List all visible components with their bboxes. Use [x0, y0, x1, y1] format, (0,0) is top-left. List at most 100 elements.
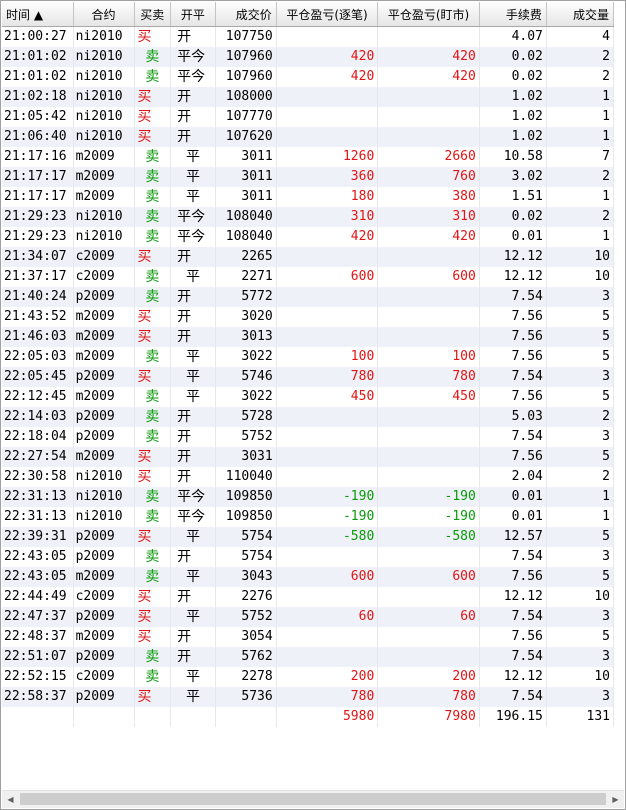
contract-cell: m2009 — [73, 627, 135, 647]
price-cell: 2276 — [215, 587, 277, 607]
fee-cell: 7.54 — [479, 607, 547, 627]
pnl-mark-cell — [377, 247, 480, 267]
time-cell: 22:05:45 — [2, 367, 74, 387]
table-row[interactable]: 21:05:42 ni2010 买开 107770 1.02 1 — [2, 107, 615, 127]
column-header-pnl-mark[interactable]: 平仓盈亏(盯市) — [377, 2, 480, 27]
fee-cell: 7.54 — [479, 547, 547, 567]
table-row[interactable]: 22:18:04 p2009 卖开 5752 7.54 3 — [2, 427, 615, 447]
column-header-price[interactable]: 成交价 — [215, 2, 277, 27]
open-close-cell: 平 — [170, 567, 216, 587]
table-row[interactable]: 21:01:02 ni2010 卖平今 107960 420 420 0.02 2 — [2, 67, 615, 87]
pnl-mark-cell: 420 — [377, 47, 480, 67]
table-row[interactable]: 21:29:23 ni2010 卖平今 108040 310 310 0.02 2 — [2, 207, 615, 227]
table-row[interactable]: 22:05:03 m2009 卖平 3022 100 100 7.56 5 — [2, 347, 615, 367]
total-pnl-mark: 7980 — [377, 707, 480, 727]
table-row[interactable]: 21:01:02 ni2010 卖平今 107960 420 420 0.02 2 — [2, 47, 615, 67]
contract-cell: ni2010 — [73, 487, 135, 507]
time-cell: 22:43:05 — [2, 547, 74, 567]
table-row[interactable]: 21:02:18 ni2010 买开 108000 1.02 1 — [2, 87, 615, 107]
column-header-time[interactable]: 时间 ▲ — [2, 2, 74, 27]
time-cell: 21:05:42 — [2, 107, 74, 127]
open-close-cell: 平今 — [170, 487, 216, 507]
price-cell: 3020 — [215, 307, 277, 327]
fee-cell: 7.54 — [479, 647, 547, 667]
pnl-mark-cell: 780 — [377, 367, 480, 387]
trade-records-grid[interactable]: 时间 ▲ 合约 买卖 开平 成交价 平仓盈亏(逐笔) 平仓盈亏(盯市) 手续费 … — [0, 0, 626, 810]
table-row[interactable]: 21:00:27 ni2010 买开 107750 4.07 4 — [2, 26, 615, 47]
pnl-trade-cell: 420 — [276, 67, 379, 87]
table-row[interactable]: 22:47:37 p2009 买平 5752 60 60 7.54 3 — [2, 607, 615, 627]
totals-contract-cell — [73, 707, 135, 727]
table-row[interactable]: 22:12:45 m2009 卖平 3022 450 450 7.56 5 — [2, 387, 615, 407]
table-row[interactable]: 22:31:13 ni2010 卖平今 109850 -190 -190 0.01 1 — [2, 487, 615, 507]
table-row[interactable]: 21:40:24 p2009 卖开 5772 7.54 3 — [2, 287, 615, 307]
table-row[interactable]: 22:14:03 p2009 卖开 5728 5.03 2 — [2, 407, 615, 427]
scrollbar-thumb[interactable] — [20, 793, 606, 805]
open-close-cell: 平今 — [170, 47, 216, 67]
table-row[interactable]: 22:44:49 c2009 买开 2276 12.12 10 — [2, 587, 615, 607]
contract-cell: ni2010 — [73, 107, 135, 127]
price-cell: 107620 — [215, 127, 277, 147]
volume-cell: 5 — [546, 527, 615, 547]
header-row: 时间 ▲ 合约 买卖 开平 成交价 平仓盈亏(逐笔) 平仓盈亏(盯市) 手续费 … — [2, 2, 615, 27]
time-cell: 22:39:31 — [2, 527, 74, 547]
price-cell: 5752 — [215, 607, 277, 627]
price-cell: 5746 — [215, 367, 277, 387]
scroll-left-arrow-icon[interactable]: ◀ — [2, 791, 19, 808]
table-row[interactable]: 22:58:37 p2009 买平 5736 780 780 7.54 3 — [2, 687, 615, 707]
column-header-fee[interactable]: 手续费 — [479, 2, 547, 27]
table-row[interactable]: 22:52:15 c2009 卖平 2278 200 200 12.12 10 — [2, 667, 615, 687]
contract-cell: p2009 — [73, 367, 135, 387]
totals-row[interactable]: 5980 7980 196.15 131 — [2, 707, 615, 727]
volume-cell: 3 — [546, 687, 615, 707]
price-cell: 109850 — [215, 507, 277, 527]
table-row[interactable]: 21:17:16 m2009 卖平 3011 1260 2660 10.58 7 — [2, 147, 615, 167]
time-cell: 21:34:07 — [2, 247, 74, 267]
table-row[interactable]: 22:31:13 ni2010 卖平今 109850 -190 -190 0.01 1 — [2, 507, 615, 527]
column-header-contract[interactable]: 合约 — [73, 2, 135, 27]
time-cell: 21:00:27 — [2, 26, 74, 47]
time-cell: 21:17:17 — [2, 187, 74, 207]
table-row[interactable]: 21:34:07 c2009 买开 2265 12.12 10 — [2, 247, 615, 267]
table-row[interactable]: 22:48:37 m2009 买开 3054 7.56 5 — [2, 627, 615, 647]
table-row[interactable]: 22:05:45 p2009 买平 5746 780 780 7.54 3 — [2, 367, 615, 387]
contract-cell: p2009 — [73, 427, 135, 447]
column-header-pnl-trade[interactable]: 平仓盈亏(逐笔) — [276, 2, 379, 27]
table-row[interactable]: 21:17:17 m2009 卖平 3011 180 380 1.51 1 — [2, 187, 615, 207]
contract-cell: m2009 — [73, 347, 135, 367]
volume-cell: 1 — [546, 487, 615, 507]
side-cell: 卖 — [134, 147, 172, 167]
price-cell: 2271 — [215, 267, 277, 287]
pnl-mark-cell — [377, 307, 480, 327]
table-row[interactable]: 21:29:23 ni2010 卖平今 108040 420 420 0.01 1 — [2, 227, 615, 247]
table-row[interactable]: 22:27:54 m2009 买开 3031 7.56 5 — [2, 447, 615, 467]
pnl-trade-cell — [276, 26, 379, 47]
contract-cell: ni2010 — [73, 227, 135, 247]
side-cell: 买 — [134, 307, 172, 327]
table-row[interactable]: 21:43:52 m2009 买开 3020 7.56 5 — [2, 307, 615, 327]
price-cell: 108040 — [215, 227, 277, 247]
time-cell: 21:02:18 — [2, 87, 74, 107]
side-cell: 买 — [134, 447, 172, 467]
horizontal-scrollbar[interactable]: ◀ ▶ — [2, 790, 624, 808]
table-row[interactable]: 21:37:17 c2009 卖平 2271 600 600 12.12 10 — [2, 267, 615, 287]
pnl-mark-cell: 600 — [377, 267, 480, 287]
contract-cell: c2009 — [73, 587, 135, 607]
column-header-volume[interactable]: 成交量 — [546, 2, 615, 27]
table-row[interactable]: 21:06:40 ni2010 买开 107620 1.02 1 — [2, 127, 615, 147]
table-row[interactable]: 22:51:07 p2009 卖开 5762 7.54 3 — [2, 647, 615, 667]
table-row[interactable]: 22:43:05 m2009 卖平 3043 600 600 7.56 5 — [2, 567, 615, 587]
table-row[interactable]: 21:17:17 m2009 卖平 3011 360 760 3.02 2 — [2, 167, 615, 187]
table-row[interactable]: 22:43:05 p2009 卖开 5754 7.54 3 — [2, 547, 615, 567]
price-cell: 108000 — [215, 87, 277, 107]
open-close-cell: 开 — [170, 427, 216, 447]
pnl-mark-cell — [377, 87, 480, 107]
table-row[interactable]: 22:30:58 ni2010 买开 110040 2.04 2 — [2, 467, 615, 487]
table-row[interactable]: 21:46:03 m2009 买开 3013 7.56 5 — [2, 327, 615, 347]
time-cell: 21:37:17 — [2, 267, 74, 287]
table-row[interactable]: 22:39:31 p2009 买平 5754 -580 -580 12.57 5 — [2, 527, 615, 547]
pnl-mark-cell — [377, 107, 480, 127]
scroll-right-arrow-icon[interactable]: ▶ — [607, 791, 624, 808]
column-header-open-close[interactable]: 开平 — [170, 2, 216, 27]
column-header-side[interactable]: 买卖 — [134, 2, 172, 27]
